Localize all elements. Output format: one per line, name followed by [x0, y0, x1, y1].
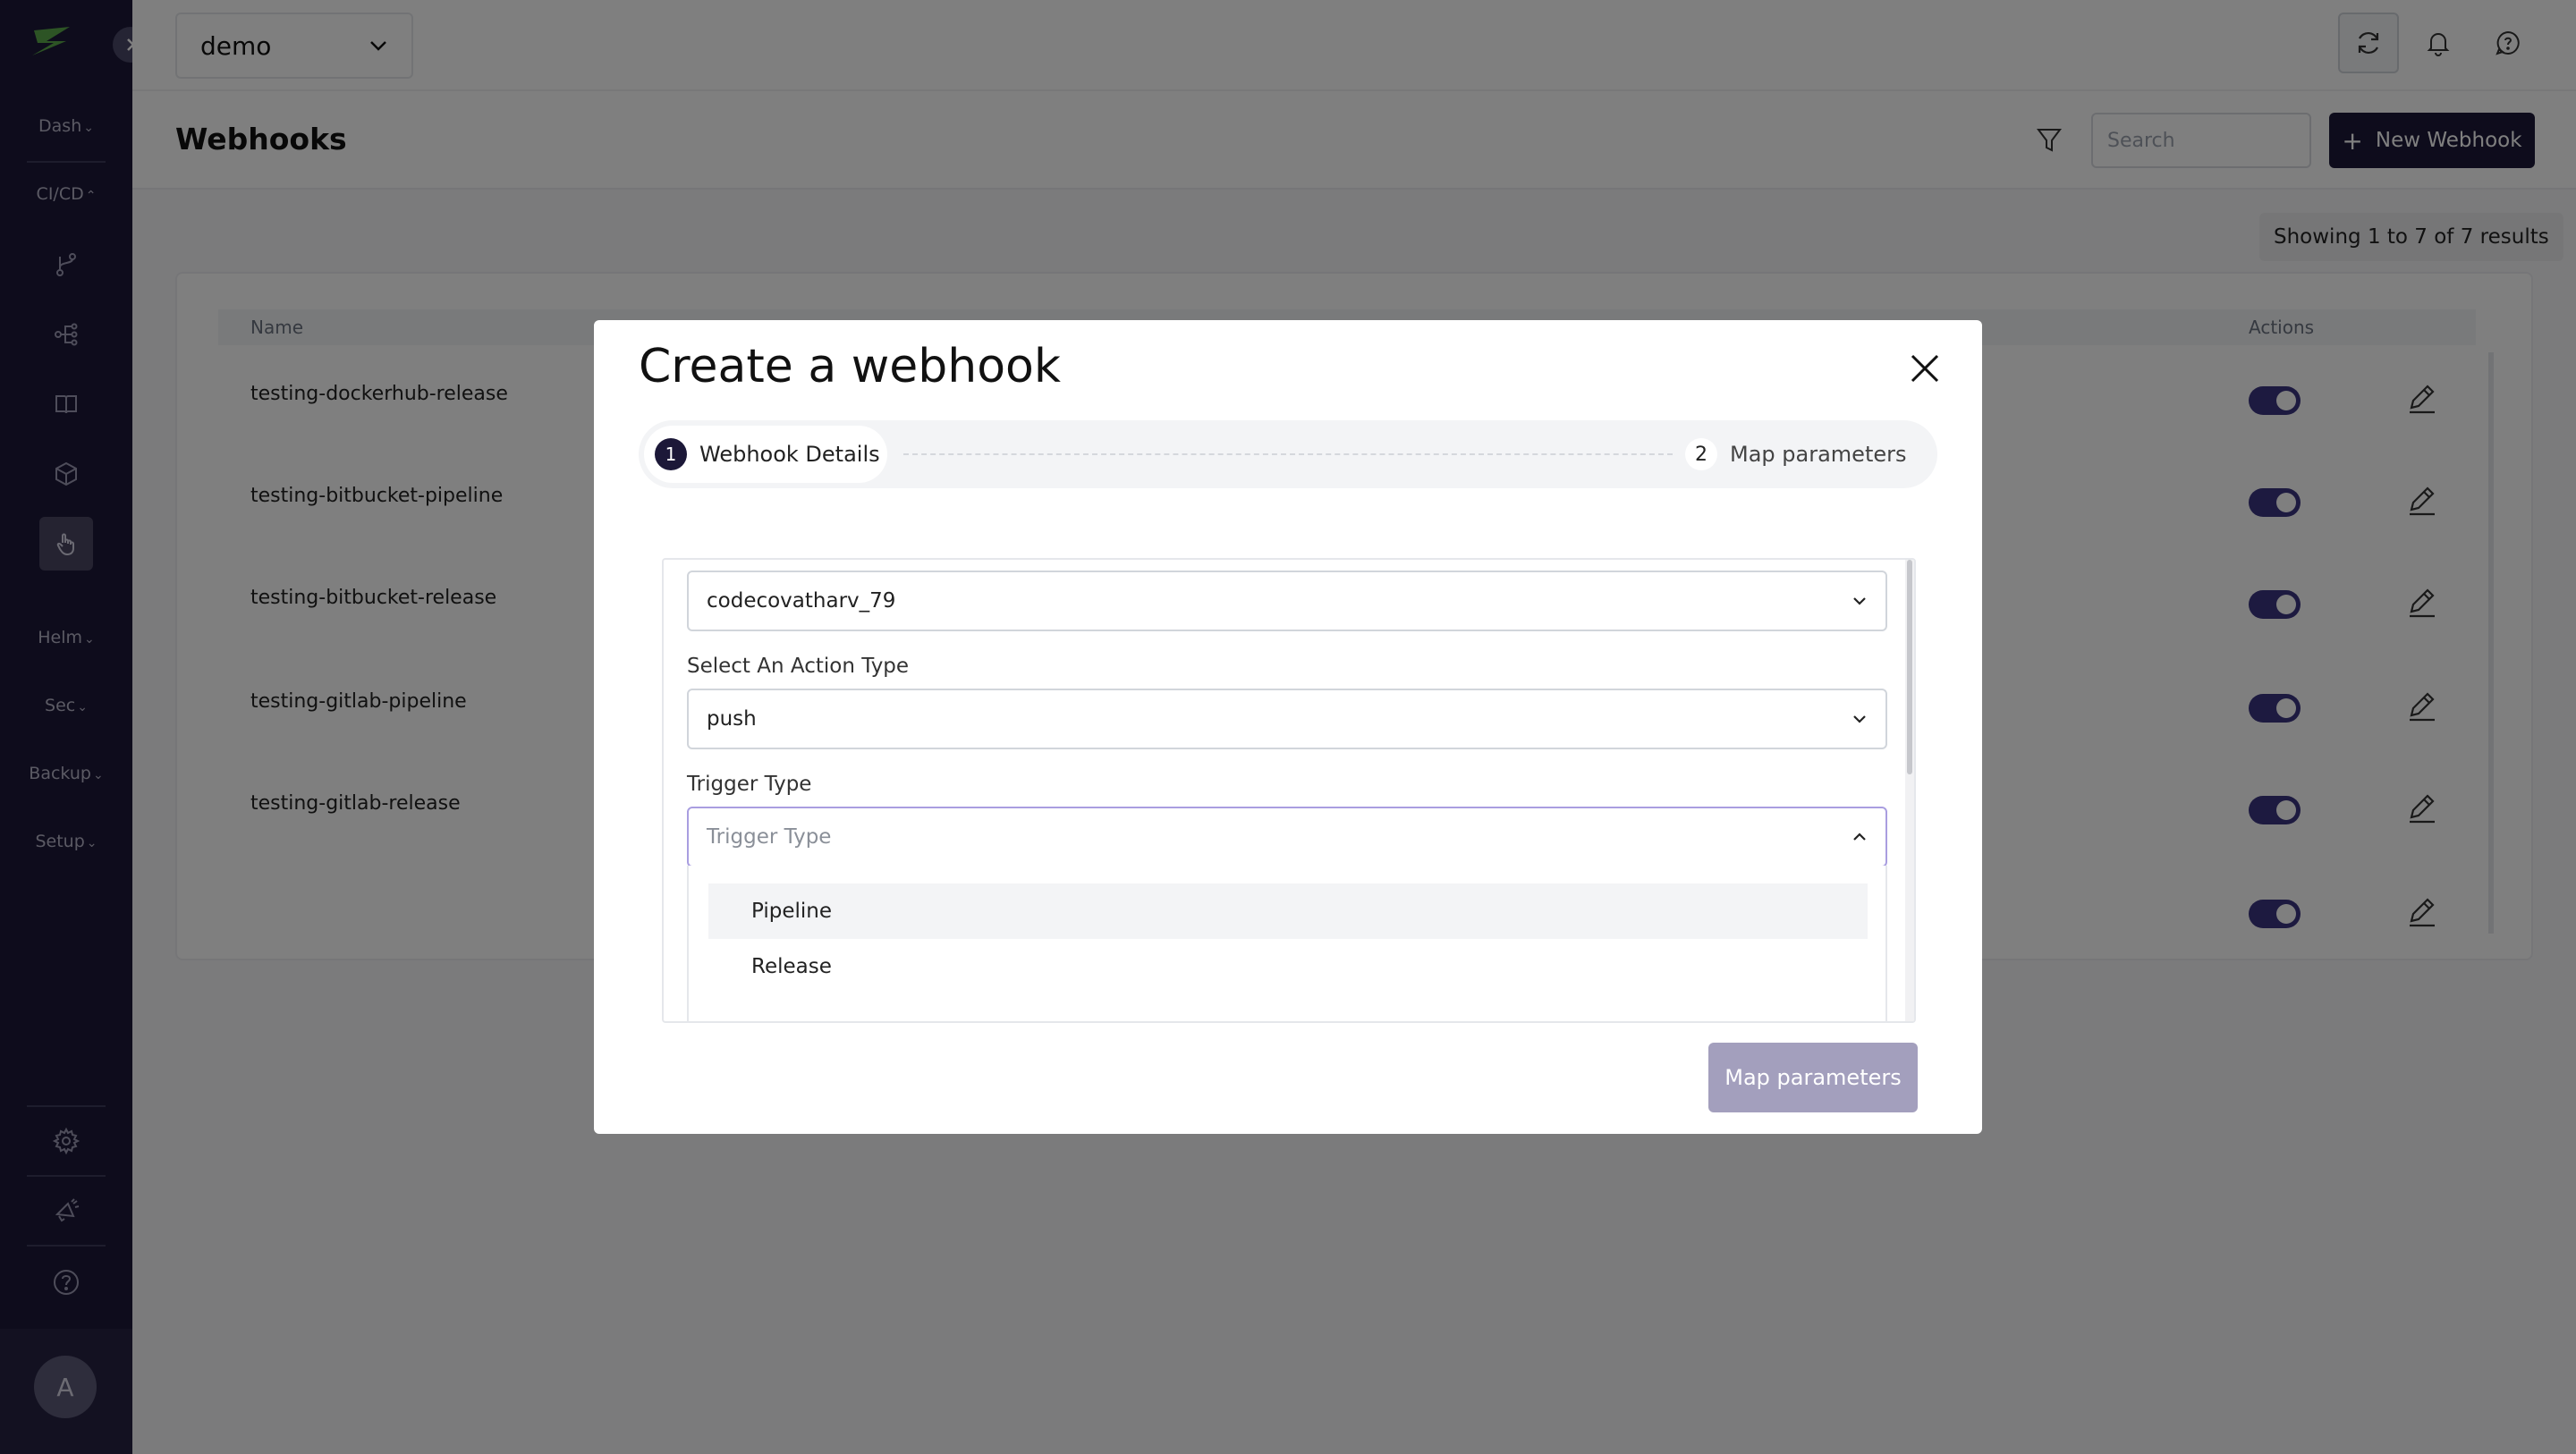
chevron-down-icon — [1853, 597, 1866, 605]
action-type-select[interactable]: push — [687, 689, 1887, 749]
repository-select[interactable]: codecovatharv_79 — [687, 571, 1887, 631]
step-map-parameters[interactable]: 2 Map parameters — [1685, 426, 1906, 483]
option-release[interactable]: Release — [708, 939, 1868, 994]
action-type-value: push — [707, 707, 757, 731]
trigger-type-label: Trigger Type — [687, 773, 812, 796]
map-parameters-button[interactable]: Map parameters — [1708, 1043, 1918, 1112]
step-webhook-details[interactable]: 1 Webhook Details — [644, 426, 887, 483]
action-type-label: Select An Action Type — [687, 655, 910, 678]
create-webhook-modal: Create a webhook 1 Webhook Details 2 Map… — [594, 320, 1982, 1134]
step-label: Webhook Details — [699, 442, 880, 467]
step-number: 2 — [1685, 438, 1717, 470]
step-number: 1 — [655, 438, 687, 470]
step-connector — [903, 453, 1673, 455]
form-scroll-area: codecovatharv_79 Select An Action Type p… — [662, 558, 1916, 1023]
trigger-type-dropdown: Pipeline Release — [687, 866, 1887, 1021]
close-icon — [1911, 354, 1939, 383]
chevron-up-icon — [1853, 833, 1866, 841]
chevron-down-icon — [1853, 715, 1866, 723]
step-label: Map parameters — [1730, 442, 1907, 467]
trigger-type-placeholder: Trigger Type — [707, 825, 832, 849]
trigger-type-select[interactable]: Trigger Type — [687, 807, 1887, 867]
option-pipeline[interactable]: Pipeline — [708, 883, 1868, 939]
form-scrollbar[interactable] — [1905, 560, 1914, 1021]
close-button[interactable] — [1900, 343, 1950, 393]
stepper: 1 Webhook Details 2 Map parameters — [639, 420, 1937, 488]
repository-value: codecovatharv_79 — [707, 589, 896, 613]
modal-title: Create a webhook — [639, 340, 1061, 393]
